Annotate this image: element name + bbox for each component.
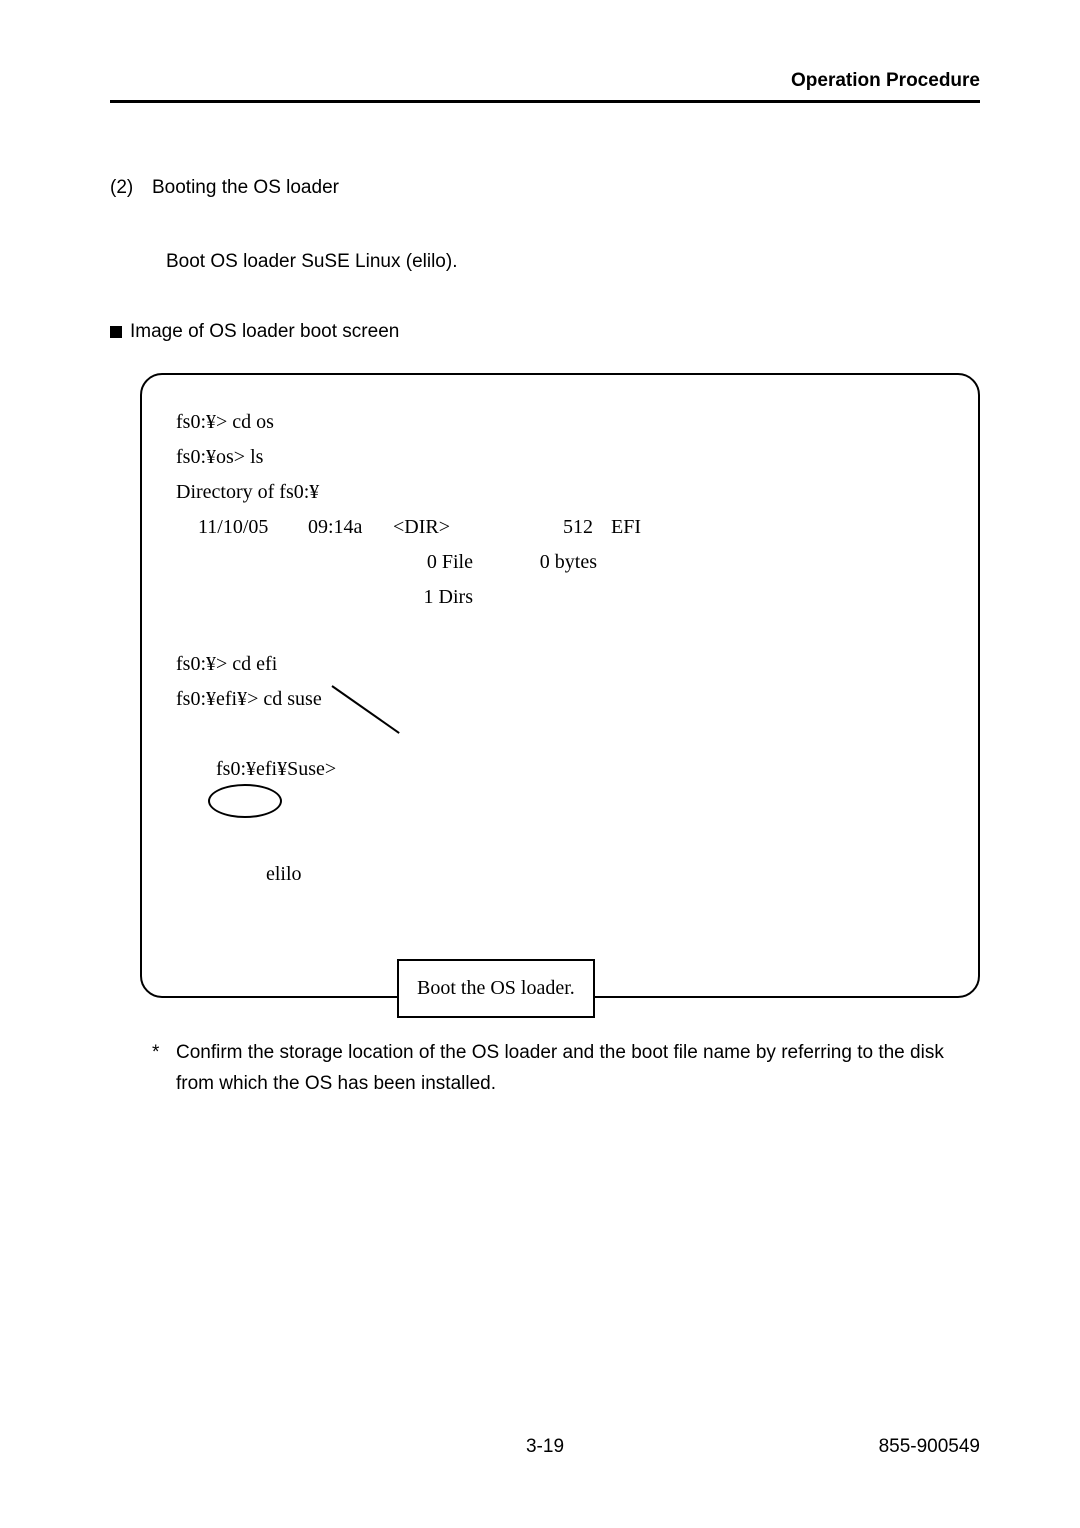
terminal-line: fs0:¥os> ls [176, 440, 944, 475]
page-footer: 3-19 855-900549 [110, 1436, 980, 1458]
dir-time: 09:14a [308, 510, 393, 545]
dir-file-count: 0 File [393, 545, 477, 580]
note-asterisk: * [152, 1038, 176, 1099]
callout-box: Boot the OS loader. [397, 959, 595, 1018]
dir-name: EFI [593, 510, 711, 545]
page: Operation Procedure (2) Booting the OS l… [0, 0, 1080, 1528]
step-title: Booting the OS loader [152, 173, 339, 203]
bullet-line: Image of OS loader boot screen [110, 321, 980, 343]
ellipse-icon [208, 784, 282, 818]
terminal-prompt: fs0:¥efi¥Suse> [216, 758, 336, 780]
highlighted-command-text: elilo [266, 863, 302, 885]
spacer [176, 615, 944, 647]
terminal-line: fs0:¥> cd efi [176, 647, 944, 682]
step-body: Boot OS loader SuSE Linux (elilo). [166, 251, 980, 273]
content: (2) Booting the OS loader Boot OS loader… [110, 173, 980, 1099]
header-title: Operation Procedure [110, 70, 980, 92]
footer-page-number: 3-19 [110, 1436, 980, 1458]
step-heading: (2) Booting the OS loader [110, 173, 980, 203]
highlighted-command: elilo [216, 787, 302, 927]
dir-type: <DIR> [393, 510, 473, 545]
dir-size: 512 [473, 510, 593, 545]
dir-summary-row: 1 Dirs [176, 580, 944, 615]
terminal-line: fs0:¥efi¥Suse> elilo [176, 717, 944, 962]
terminal-line: fs0:¥efi¥> cd suse [176, 682, 944, 717]
terminal-line: Directory of fs0:¥ [176, 475, 944, 510]
terminal-line: fs0:¥> cd os [176, 405, 944, 440]
dir-dir-count: 1 Dirs [393, 580, 477, 615]
page-header: Operation Procedure [110, 70, 980, 103]
note-block: * Confirm the storage location of the OS… [152, 1038, 980, 1099]
terminal-box: fs0:¥> cd os fs0:¥os> ls Directory of fs… [140, 373, 980, 998]
dir-date: 11/10/05 [176, 510, 308, 545]
dir-bytes: 0 bytes [477, 545, 597, 580]
dir-row: 11/10/05 09:14a <DIR> 512 EFI [176, 510, 944, 545]
header-rule [110, 100, 980, 103]
dir-summary-row: 0 File 0 bytes [176, 545, 944, 580]
callout-text: Boot the OS loader. [417, 977, 575, 999]
square-bullet-icon [110, 326, 122, 338]
note-text: Confirm the storage location of the OS l… [176, 1038, 980, 1099]
bullet-text: Image of OS loader boot screen [130, 321, 399, 343]
step-number: (2) [110, 173, 140, 203]
